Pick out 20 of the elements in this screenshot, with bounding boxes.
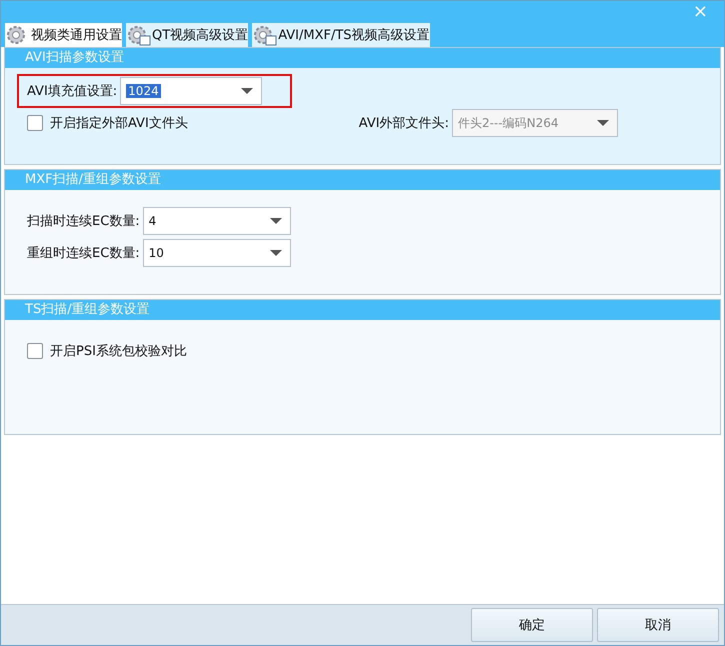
checkbox[interactable] [27, 343, 43, 359]
field-label: AVI外部文件头: [358, 115, 449, 132]
tab[interactable]: QT视频高级设置 [126, 23, 248, 47]
checkbox-label: 开启指定外部AVI文件头 [50, 115, 188, 132]
group-header: MXF扫描/重组参数设置 [5, 170, 720, 190]
dialog-button[interactable]: 确定 [471, 608, 593, 642]
dropdown[interactable]: 4 [142, 207, 291, 235]
tab[interactable]: 视频类通用设置 [5, 23, 122, 47]
dropdown[interactable]: 1024 [120, 77, 262, 105]
field-label: 扫描时连续EC数量: [27, 213, 140, 230]
checkbox-label: 开启PSI系统包校验对比 [50, 343, 187, 360]
field-label: AVI填充值设置: [27, 83, 118, 100]
tab[interactable]: AVI/MXF/TS视频高级设置 [252, 23, 430, 47]
field-label: 重组时连续EC数量: [27, 245, 140, 262]
group-header: AVI扫描参数设置 [5, 48, 720, 68]
dialog-button[interactable]: 取消 [597, 608, 719, 642]
gear-icon [126, 24, 152, 46]
dropdown[interactable]: 10 [142, 239, 291, 267]
gear-icon [252, 24, 278, 46]
group-header: TS扫描/重组参数设置 [5, 300, 720, 320]
